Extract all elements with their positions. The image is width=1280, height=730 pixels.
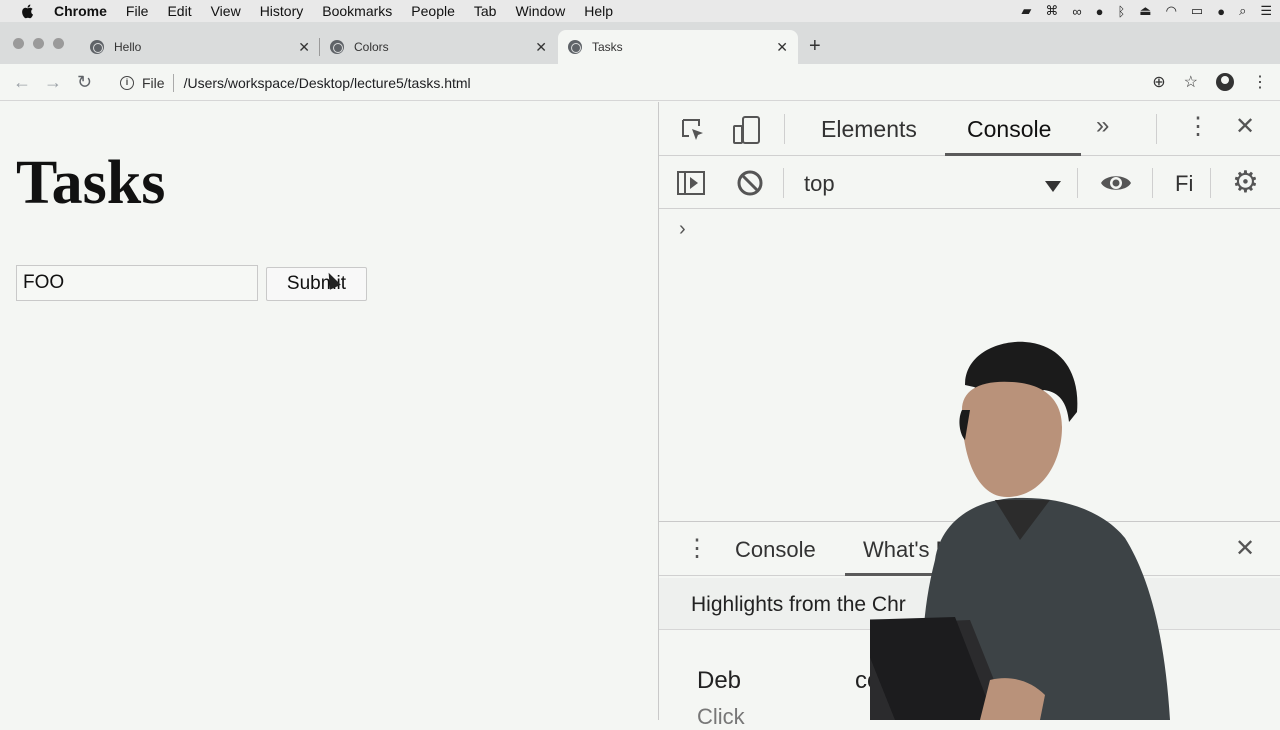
console-prompt[interactable]: › [679, 218, 686, 241]
tab-hello[interactable]: Hello ✕ [80, 30, 320, 64]
address-bar[interactable]: i File /Users/workspace/Desktop/lecture5… [110, 68, 1140, 97]
globe-icon [90, 40, 104, 54]
tab-console[interactable]: Console [967, 116, 1051, 143]
record-icon[interactable]: ● [1096, 4, 1104, 19]
show-sidebar-icon[interactable] [676, 169, 706, 197]
status-area: ▰ ⌘ ∞ ● ᛒ ⏏ ◠ ▭ ● ⌕ ☰ [1021, 0, 1272, 22]
command-icon[interactable]: ⌘ [1045, 3, 1058, 19]
menu-edit[interactable]: Edit [167, 3, 191, 19]
news-item-title[interactable]: Deb [697, 667, 741, 695]
scheme-label: File [142, 74, 165, 91]
close-drawer-icon[interactable]: ✕ [1235, 534, 1255, 563]
tab-title: Hello [114, 40, 142, 54]
info-icon[interactable]: i [120, 75, 134, 90]
tab-title: Colors [354, 40, 389, 54]
menu-app-name[interactable]: Chrome [54, 3, 107, 19]
docker-icon[interactable]: ▰ [1021, 3, 1031, 19]
reload-icon[interactable]: ↻ [77, 72, 92, 93]
clear-console-icon[interactable] [736, 169, 764, 197]
macos-menu-bar: Chrome File Edit View History Bookmarks … [0, 0, 1280, 22]
tab-colors[interactable]: Colors ✕ [320, 30, 557, 64]
wifi-icon[interactable]: ◠ [1166, 3, 1177, 19]
tab-strip: Hello ✕ Colors ✕ Tasks ✕ + [0, 22, 1280, 64]
more-menu-icon[interactable]: ⋮ [1252, 72, 1268, 92]
globe-icon [568, 40, 582, 54]
eject-icon[interactable]: ⏏ [1139, 3, 1151, 19]
url-text[interactable]: /Users/workspace/Desktop/lecture5/tasks.… [184, 75, 471, 91]
menu-people[interactable]: People [411, 3, 455, 19]
context-selector[interactable]: top [804, 171, 835, 197]
browser-toolbar: ← → ↻ i File /Users/workspace/Desktop/le… [0, 64, 1280, 101]
drawer-menu-icon[interactable]: ⋮ [685, 534, 709, 563]
gear-icon[interactable]: ⚙ [1232, 165, 1259, 200]
tab-tasks[interactable]: Tasks ✕ [558, 30, 798, 64]
window-minimize-icon[interactable] [33, 38, 44, 49]
device-toolbar-icon[interactable] [731, 114, 763, 146]
bookmark-star-icon[interactable]: ☆ [1184, 72, 1198, 92]
new-tab-button[interactable]: + [809, 35, 821, 58]
devtools-divider [783, 168, 784, 198]
tab-title: Tasks [592, 40, 623, 54]
notification-center-icon[interactable]: ☰ [1260, 3, 1272, 19]
devtools-tab-bar: Elements Console » ⋮ ✕ [659, 102, 1280, 156]
devtools-divider [1077, 168, 1078, 198]
inspect-element-icon[interactable] [679, 116, 707, 144]
close-icon[interactable]: ✕ [535, 39, 547, 56]
more-tabs-icon[interactable]: » [1096, 112, 1109, 140]
close-devtools-icon[interactable]: ✕ [1235, 112, 1255, 141]
profile-avatar-icon[interactable] [1216, 73, 1234, 91]
battery-icon[interactable]: ▭ [1191, 3, 1203, 19]
filter-input[interactable]: Fi [1175, 171, 1193, 197]
menu-tab[interactable]: Tab [474, 3, 497, 19]
menu-window[interactable]: Window [515, 3, 565, 19]
glasses-icon[interactable]: ∞ [1072, 4, 1081, 19]
devtools-divider [1210, 168, 1211, 198]
task-input[interactable] [16, 265, 258, 301]
drawer-tab-console[interactable]: Console [735, 537, 816, 563]
bluetooth-icon[interactable]: ᛒ [1117, 4, 1125, 19]
menu-view[interactable]: View [211, 3, 241, 19]
chevron-down-icon[interactable] [1045, 181, 1061, 192]
submit-button[interactable]: Submit [266, 267, 367, 301]
globe-icon [330, 40, 344, 54]
live-expression-eye-icon[interactable] [1099, 171, 1133, 195]
back-icon[interactable]: ← [13, 72, 31, 93]
user-icon[interactable]: ● [1217, 4, 1225, 19]
news-item-subtitle: Click [697, 704, 745, 729]
page-viewport: Tasks Submit [0, 102, 658, 720]
window-zoom-icon[interactable] [53, 38, 64, 49]
forward-icon[interactable]: → [44, 72, 62, 93]
devtools-divider [1152, 168, 1153, 198]
tab-elements[interactable]: Elements [821, 116, 917, 143]
toolbar-actions: ⊕ ☆ ⋮ [1152, 72, 1268, 92]
window-close-icon[interactable] [13, 38, 24, 49]
devtools-divider [784, 114, 785, 144]
spotlight-search-icon[interactable]: ⌕ [1239, 3, 1246, 19]
presenter-figure-image [870, 341, 1170, 720]
page-heading: Tasks [16, 149, 166, 217]
apple-icon[interactable] [20, 3, 36, 19]
close-icon[interactable]: ✕ [298, 39, 310, 56]
close-icon[interactable]: ✕ [776, 39, 788, 56]
devtools-divider [1156, 114, 1157, 144]
zoom-icon[interactable]: ⊕ [1152, 72, 1165, 92]
address-divider [172, 73, 174, 92]
menu-file[interactable]: File [126, 3, 149, 19]
menu-bookmarks[interactable]: Bookmarks [322, 3, 392, 19]
console-toolbar: top Fi ⚙ [659, 157, 1280, 209]
menu-history[interactable]: History [260, 3, 304, 19]
active-tab-indicator [945, 153, 1081, 156]
menu-help[interactable]: Help [584, 3, 613, 19]
customize-menu-icon[interactable]: ⋮ [1186, 112, 1210, 141]
